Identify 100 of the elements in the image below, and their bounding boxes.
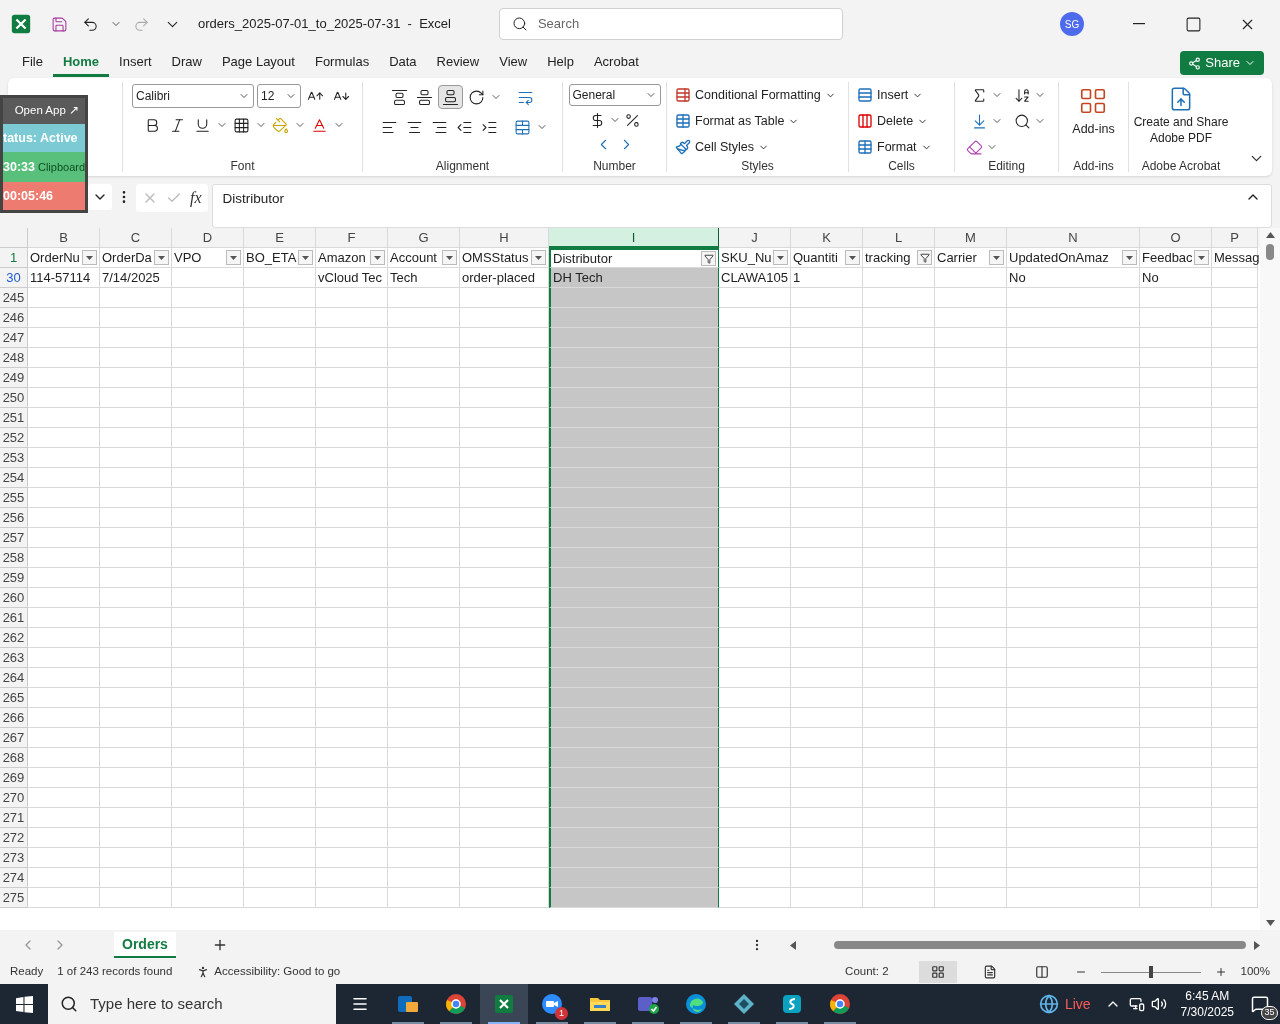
row-number[interactable]: 248 [0, 348, 28, 368]
row-number[interactable]: 270 [0, 788, 28, 808]
column-header[interactable]: G [388, 228, 460, 248]
table-cell[interactable]: No [1007, 268, 1140, 288]
row-number[interactable]: 249 [0, 368, 28, 388]
filter-button[interactable] [226, 250, 241, 265]
zoom-percent[interactable]: 100% [1240, 963, 1270, 981]
table-cell[interactable]: DH Tech [549, 268, 719, 288]
number-format-dropdown[interactable]: General [568, 84, 661, 106]
column-header[interactable]: N [1007, 228, 1140, 248]
header-cell[interactable]: Amazon [316, 248, 388, 268]
create-pdf-button[interactable]: Create and Share Adobe PDF [1133, 82, 1229, 146]
ribbon-tab[interactable]: Help [537, 49, 584, 77]
ribbon-tab[interactable]: Draw [161, 49, 212, 77]
column-header[interactable]: I [549, 228, 719, 248]
column-header[interactable]: B [28, 228, 100, 248]
search-field[interactable]: Search [498, 8, 843, 40]
avatar[interactable]: SG [1060, 12, 1084, 36]
cells-menu-button[interactable]: Format [857, 134, 946, 160]
row-number[interactable]: 265 [0, 688, 28, 708]
column-header[interactable]: F [316, 228, 388, 248]
header-cell[interactable]: Account [388, 248, 460, 268]
ribbon-tab[interactable]: Acrobat [583, 49, 649, 77]
header-cell[interactable]: OrderNu [28, 248, 100, 268]
cells-menu-button[interactable]: Delete [857, 108, 946, 134]
filter-button[interactable] [917, 250, 932, 265]
column-header[interactable]: L [863, 228, 935, 248]
row-number[interactable]: 266 [0, 708, 28, 728]
column-header[interactable]: J [719, 228, 791, 248]
row-number[interactable]: 257 [0, 528, 28, 548]
table-cell[interactable]: 7/14/2025 [100, 268, 172, 288]
filter-button[interactable] [82, 250, 97, 265]
row-number[interactable]: 269 [0, 768, 28, 788]
row-number[interactable]: 261 [0, 608, 28, 628]
filter-button[interactable] [442, 250, 457, 265]
taskbar-app-button[interactable] [480, 984, 528, 1024]
column-header[interactable]: C [100, 228, 172, 248]
function-icon[interactable]: fx [190, 186, 202, 210]
column-header[interactable]: E [244, 228, 316, 248]
row-number[interactable]: 252 [0, 428, 28, 448]
row-number[interactable]: 245 [0, 288, 28, 308]
cells-menu-button[interactable]: Insert [857, 82, 946, 108]
volume-icon[interactable] [1150, 996, 1167, 1012]
slider-thumb[interactable] [1148, 966, 1153, 978]
header-cell[interactable]: OrderDa [100, 248, 172, 268]
filter-button[interactable] [1194, 250, 1209, 265]
ribbon-tab[interactable]: File [12, 49, 53, 77]
styles-menu-button[interactable]: Conditional Formatting [675, 82, 840, 108]
weather-text[interactable]: Live [1064, 993, 1091, 1015]
vertical-scrollbar[interactable] [1260, 228, 1280, 930]
row-number[interactable]: 263 [0, 648, 28, 668]
header-cell[interactable]: Carrier [935, 248, 1007, 268]
row-number[interactable]: 274 [0, 868, 28, 888]
header-cell[interactable]: Feedbac [1140, 248, 1212, 268]
row-number[interactable]: 30 [0, 268, 28, 288]
styles-menu-button[interactable]: Format as Table [675, 108, 840, 134]
styles-menu-button[interactable]: Cell Styles [675, 134, 840, 160]
horizontal-scrollbar[interactable] [790, 938, 1260, 952]
ribbon-tab[interactable]: Formulas [304, 49, 380, 77]
filter-button[interactable] [773, 250, 788, 265]
row-number[interactable]: 246 [0, 308, 28, 328]
header-cell[interactable]: tracking [863, 248, 935, 268]
table-cell[interactable]: Tech [388, 268, 460, 288]
row-number[interactable]: 268 [0, 748, 28, 768]
row-number[interactable]: 251 [0, 408, 28, 428]
filter-button[interactable] [531, 250, 546, 265]
table-cell[interactable]: No [1140, 268, 1212, 288]
view-mode-button[interactable] [918, 961, 957, 983]
row-number[interactable]: 264 [0, 668, 28, 688]
row-number[interactable]: 259 [0, 568, 28, 588]
filter-button[interactable] [298, 250, 313, 265]
filter-button[interactable] [989, 250, 1004, 265]
table-cell[interactable]: 1 [791, 268, 863, 288]
filter-button[interactable] [845, 250, 860, 265]
header-cell[interactable]: SKU_Nu [719, 248, 791, 268]
ribbon-tab[interactable]: Review [426, 49, 490, 77]
font-size-dropdown[interactable]: 12 [257, 84, 301, 108]
row-number[interactable]: 254 [0, 468, 28, 488]
zoom-slider[interactable] [1100, 966, 1201, 978]
row-number[interactable]: 267 [0, 728, 28, 748]
row-number[interactable]: 260 [0, 588, 28, 608]
filter-button[interactable] [154, 250, 169, 265]
ribbon-tab[interactable]: Page Layout [211, 49, 305, 77]
taskbar-app-button[interactable]: 1 [528, 984, 576, 1024]
column-header[interactable]: K [791, 228, 863, 248]
filter-button[interactable] [701, 251, 716, 266]
network-icon[interactable] [1128, 996, 1145, 1012]
clock[interactable]: 6:45 AM 7/30/2025 [1174, 988, 1240, 1020]
row-number[interactable]: 256 [0, 508, 28, 528]
column-header[interactable]: O [1140, 228, 1212, 248]
filter-button[interactable] [370, 250, 385, 265]
row-number[interactable]: 262 [0, 628, 28, 648]
row-number[interactable]: 272 [0, 828, 28, 848]
table-cell[interactable]: vCloud Tec [316, 268, 388, 288]
formula-input[interactable]: Distributor [211, 184, 1272, 228]
column-header[interactable]: M [935, 228, 1007, 248]
row-number[interactable]: 258 [0, 548, 28, 568]
header-cell[interactable]: OMSStatus [460, 248, 549, 268]
header-cell[interactable]: BO_ETA [244, 248, 316, 268]
add-ins-button[interactable]: Add-ins [1072, 82, 1115, 139]
